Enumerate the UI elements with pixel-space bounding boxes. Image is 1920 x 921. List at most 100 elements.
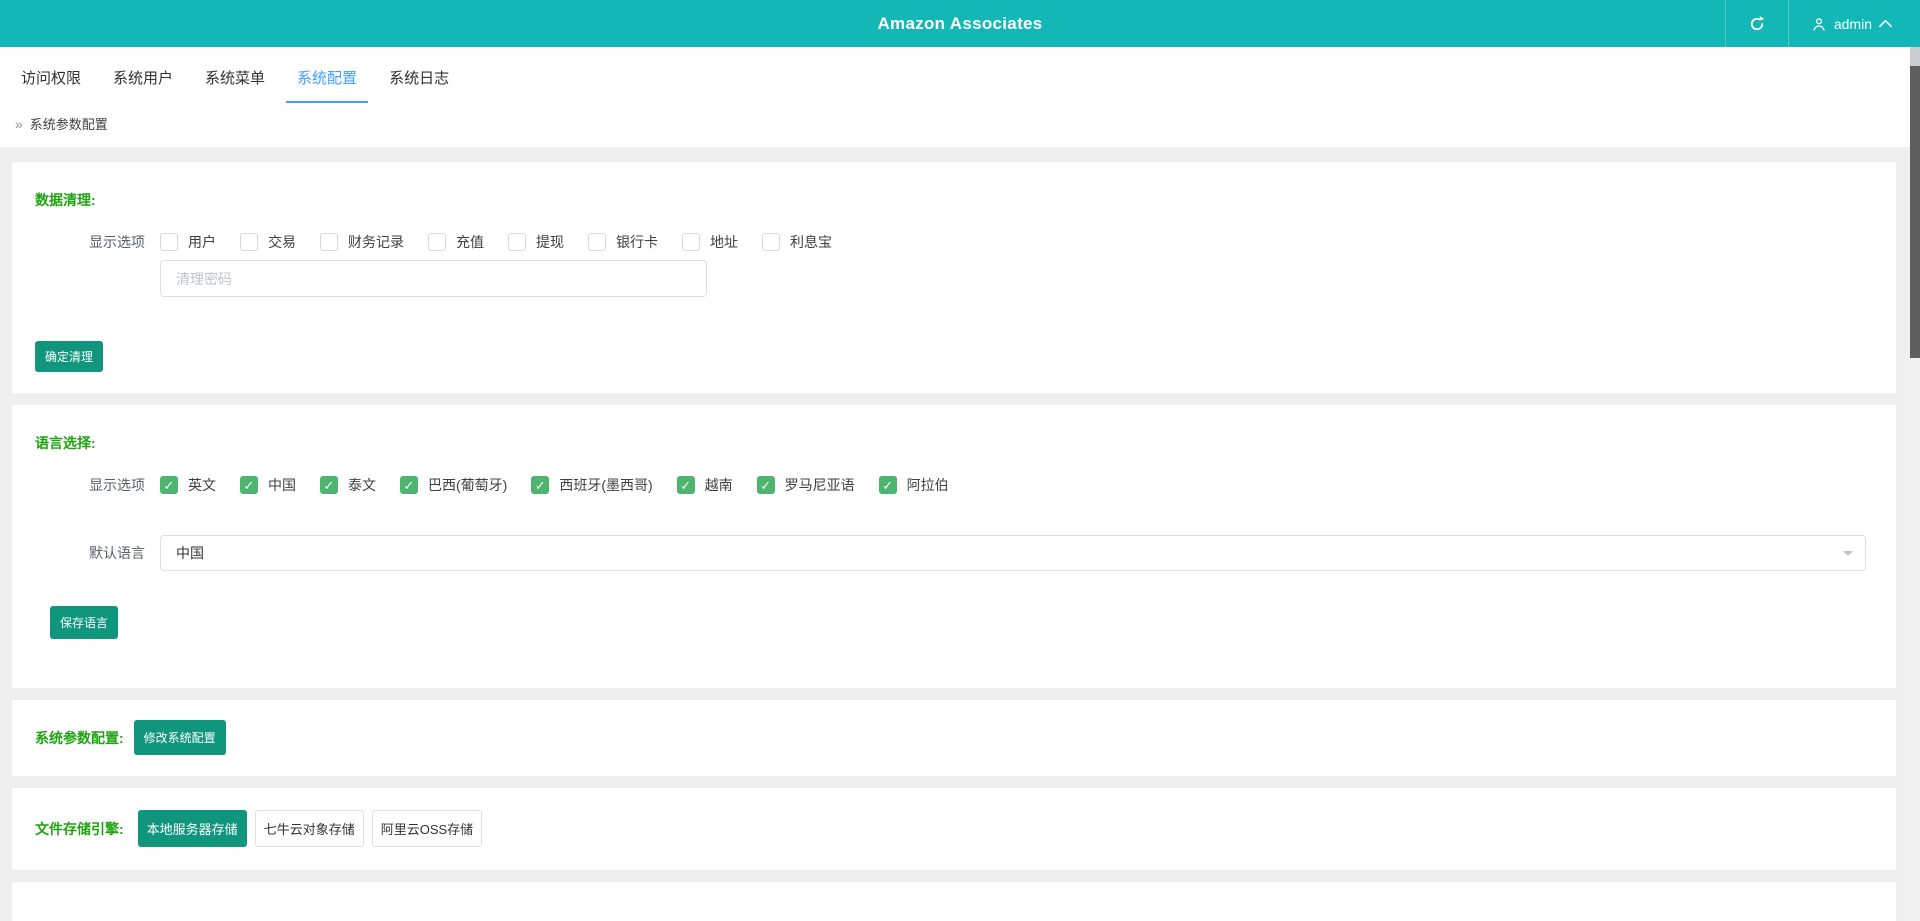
main-content: 数据清理: 显示选项 用户 交易 财务记录 充值 提现 银行卡 地址 利息宝 确定清理 语言选…	[0, 147, 1920, 921]
checkbox-label: 罗马尼亚语	[784, 477, 855, 493]
tab-item[interactable]: 系统日志	[378, 67, 460, 103]
user-icon	[1813, 17, 1825, 31]
default-language-row: 默认语言 中国	[35, 535, 1866, 571]
checkbox-checked-icon[interactable]: ✓	[756, 476, 775, 494]
language-title: 语言选择:	[35, 435, 96, 451]
app-title: Amazon Associates	[877, 13, 1043, 33]
checkbox-unchecked-icon[interactable]	[762, 233, 780, 251]
breadcrumb-label: 系统参数配置	[29, 117, 108, 132]
checkbox-unchecked-icon[interactable]	[320, 233, 338, 251]
checkbox-label: 充值	[456, 234, 484, 250]
system-config-title: 系统参数配置:	[35, 729, 124, 746]
confirm-cleanup-button[interactable]: 确定清理	[35, 341, 104, 372]
storage-engine-card: 文件存储引擎: 本地服务器存储 七牛云对象存储 阿里云OSS存储	[12, 788, 1896, 870]
checkbox-option[interactable]: ✓ 泰文	[320, 475, 376, 495]
checkbox-option[interactable]: 利息宝	[762, 232, 832, 252]
selected-language-value: 中国	[176, 545, 204, 561]
chevron-up-icon	[1879, 19, 1892, 28]
scrollbar-track-top	[1910, 47, 1920, 66]
checkbox-checked-icon[interactable]: ✓	[160, 476, 178, 494]
checkbox-label: 银行卡	[616, 234, 658, 250]
double-angle-right-icon: »	[15, 115, 23, 132]
checkbox-option[interactable]: ✓ 巴西(葡萄牙)	[400, 475, 507, 495]
language-card: 语言选择: 显示选项 ✓ 英文 ✓ 中国 ✓ 泰文 ✓ 巴西(葡萄牙) ✓ 西班牙(墨西哥) ✓ 越南…	[12, 405, 1896, 688]
checkbox-checked-icon[interactable]: ✓	[240, 476, 258, 494]
checkbox-label: 用户	[188, 234, 216, 250]
tabs-breadcrumb-band: 访问权限 系统用户 系统菜单 系统配置 系统日志 » 系统参数配置	[0, 47, 1920, 147]
checkbox-label: 中国	[268, 477, 296, 493]
checkbox-option[interactable]: ✓ 阿拉伯	[878, 475, 949, 495]
checkbox-label: 提现	[536, 234, 564, 250]
storage-engine-title: 文件存储引擎:	[35, 820, 124, 837]
language-options-row: 显示选项 ✓ 英文 ✓ 中国 ✓ 泰文 ✓ 巴西(葡萄牙) ✓ 西班牙(墨西哥) ✓ 越南 ✓ 罗马尼亚语…	[35, 475, 1866, 495]
tab-item[interactable]: 系统菜单	[194, 67, 276, 103]
checkbox-checked-icon[interactable]: ✓	[320, 476, 338, 494]
breadcrumb: » 系统参数配置	[0, 103, 1920, 147]
system-config-card: 系统参数配置: 修改系统配置	[12, 700, 1896, 776]
data-cleanup-card: 数据清理: 显示选项 用户 交易 财务记录 充值 提现 银行卡 地址 利息宝 确定清理	[12, 162, 1896, 393]
checkbox-label: 巴西(葡萄牙)	[428, 477, 508, 493]
checkbox-label: 财务记录	[348, 234, 404, 250]
refresh-icon	[1750, 15, 1765, 30]
checkbox-label: 越南	[704, 477, 733, 493]
checkbox-option[interactable]: 银行卡	[588, 232, 658, 252]
checkbox-unchecked-icon[interactable]	[682, 233, 700, 251]
checkbox-label: 西班牙(墨西哥)	[559, 477, 653, 493]
checkbox-option[interactable]: 用户	[160, 232, 216, 252]
checkbox-option[interactable]: 地址	[682, 232, 738, 252]
storage-options: 本地服务器存储 七牛云对象存储 阿里云OSS存储	[137, 810, 483, 847]
checkbox-option[interactable]: ✓ 西班牙(墨西哥)	[531, 475, 653, 495]
vertical-scrollbar[interactable]	[1910, 47, 1920, 921]
language-checkbox-group: ✓ 英文 ✓ 中国 ✓ 泰文 ✓ 巴西(葡萄牙) ✓ 西班牙(墨西哥) ✓ 越南 ✓ 罗马尼亚语 ✓ 阿拉伯	[160, 475, 949, 495]
storage-option-button[interactable]: 本地服务器存储	[137, 810, 247, 847]
refresh-button[interactable]	[1724, 0, 1788, 47]
storage-option-button[interactable]: 阿里云OSS存储	[371, 810, 483, 847]
checkbox-option[interactable]: ✓ 罗马尼亚语	[756, 475, 855, 495]
checkbox-label: 利息宝	[790, 234, 832, 250]
cleanup-password-row	[160, 260, 1876, 297]
display-options-label: 显示选项	[89, 477, 145, 493]
checkbox-option[interactable]: 财务记录	[320, 232, 404, 252]
checkbox-label: 英文	[188, 477, 216, 493]
scrollbar-thumb[interactable]	[1910, 66, 1920, 358]
checkbox-unchecked-icon[interactable]	[508, 233, 526, 251]
checkbox-option[interactable]: 交易	[240, 232, 296, 252]
default-language-label: 默认语言	[89, 545, 145, 561]
checkbox-label: 交易	[268, 234, 296, 250]
tab-item[interactable]: 系统配置	[286, 67, 369, 103]
save-language-button[interactable]: 保存语言	[50, 606, 119, 639]
checkbox-unchecked-icon[interactable]	[160, 233, 178, 251]
checkbox-option[interactable]: 充值	[428, 232, 484, 252]
checkbox-unchecked-icon[interactable]	[240, 233, 258, 251]
tab-item[interactable]: 系统用户	[102, 67, 184, 103]
checkbox-option[interactable]: ✓ 越南	[676, 475, 733, 495]
checkbox-checked-icon[interactable]: ✓	[878, 476, 897, 494]
display-options-label: 显示选项	[89, 234, 145, 250]
checkbox-option[interactable]: ✓ 中国	[240, 475, 296, 495]
checkbox-checked-icon[interactable]: ✓	[531, 476, 550, 494]
checkbox-label: 地址	[710, 234, 738, 250]
user-menu[interactable]: admin	[1787, 0, 1920, 47]
checkbox-checked-icon[interactable]: ✓	[676, 476, 695, 494]
checkbox-unchecked-icon[interactable]	[428, 233, 446, 251]
header-actions: admin	[1724, 0, 1920, 47]
checkbox-option[interactable]: ✓ 英文	[160, 475, 216, 495]
modify-system-config-button[interactable]: 修改系统配置	[133, 720, 226, 755]
website-card: 网站名称 Website	[12, 882, 1896, 921]
tab-bar: 访问权限 系统用户 系统菜单 系统配置 系统日志	[0, 47, 1920, 103]
cleanup-checkbox-group: 用户 交易 财务记录 充值 提现 银行卡 地址 利息宝	[160, 232, 832, 252]
data-cleanup-title: 数据清理:	[35, 192, 96, 208]
checkbox-label: 阿拉伯	[906, 477, 949, 493]
checkbox-checked-icon[interactable]: ✓	[400, 476, 418, 494]
checkbox-label: 泰文	[348, 477, 376, 493]
storage-option-button[interactable]: 七牛云对象存储	[254, 810, 364, 847]
checkbox-option[interactable]: 提现	[508, 232, 564, 252]
cleanup-password-input[interactable]	[160, 260, 707, 297]
default-language-select[interactable]: 中国	[160, 535, 1866, 571]
cleanup-options-row: 显示选项 用户 交易 财务记录 充值 提现 银行卡 地址 利息宝	[35, 232, 1876, 252]
checkbox-unchecked-icon[interactable]	[588, 233, 606, 251]
app-header: Amazon Associates admin	[0, 0, 1920, 47]
user-name: admin	[1833, 15, 1872, 32]
chevron-down-icon	[1843, 551, 1853, 561]
tab-item[interactable]: 访问权限	[10, 67, 92, 103]
